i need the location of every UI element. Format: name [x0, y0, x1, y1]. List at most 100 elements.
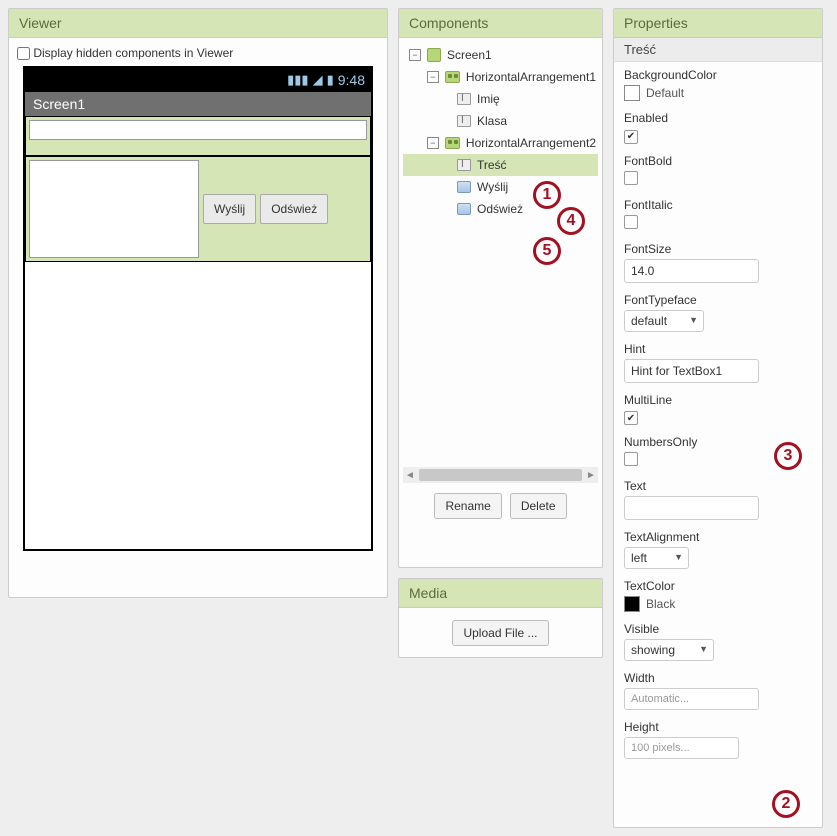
- prop-fontitalic: FontItalic: [624, 198, 812, 232]
- tree-row-klasa[interactable]: Klasa: [403, 110, 598, 132]
- horizontalarrangement-icon: [445, 71, 460, 83]
- viewer-header: Viewer: [9, 9, 387, 38]
- tree-toggle-icon[interactable]: −: [427, 71, 439, 83]
- enabled-checkbox[interactable]: [624, 130, 638, 144]
- numbersonly-checkbox[interactable]: [624, 452, 638, 466]
- preview-textbox-tresc[interactable]: [29, 160, 199, 258]
- viewer-body: Display hidden components in Viewer ▮▮▮ …: [9, 38, 387, 559]
- prop-fontbold: FontBold: [624, 154, 812, 188]
- tree-label: Wyślij: [475, 179, 510, 195]
- tree-label: Odśwież: [475, 201, 525, 217]
- prop-label: MultiLine: [624, 393, 812, 407]
- fontbold-checkbox[interactable]: [624, 171, 638, 185]
- prop-label: FontSize: [624, 242, 812, 256]
- status-time: 9:48: [338, 72, 365, 88]
- tree-label: HorizontalArrangement1: [464, 69, 598, 85]
- textalignment-select[interactable]: left: [624, 547, 689, 569]
- tree-label: HorizontalArrangement2: [464, 135, 598, 151]
- preview-empty-area: [25, 262, 371, 549]
- preview-button-odswiez[interactable]: Odśwież: [260, 194, 328, 224]
- prop-label: FontTypeface: [624, 293, 812, 307]
- width-input[interactable]: [624, 688, 759, 710]
- display-hidden-row: Display hidden components in Viewer: [17, 46, 379, 60]
- prop-label: Visible: [624, 622, 812, 636]
- prop-enabled: Enabled: [624, 111, 812, 144]
- properties-body: BackgroundColor Default Enabled FontBold…: [614, 62, 822, 775]
- prop-label: TextColor: [624, 579, 812, 593]
- viewer-panel: Viewer Display hidden components in View…: [8, 8, 388, 598]
- media-body: Upload File ...: [399, 608, 602, 658]
- backgroundcolor-picker[interactable]: Default: [624, 85, 812, 101]
- preview-button-wyslij[interactable]: Wyślij: [203, 194, 256, 224]
- tree-row-odswiez[interactable]: Odśwież: [403, 198, 598, 220]
- tree-row-imie[interactable]: Imię: [403, 88, 598, 110]
- prop-label: TextAlignment: [624, 530, 812, 544]
- fonttypeface-select[interactable]: default: [624, 310, 704, 332]
- properties-header: Properties: [614, 9, 822, 38]
- color-swatch: [624, 85, 640, 101]
- tree-row-wyslij[interactable]: Wyślij: [403, 176, 598, 198]
- color-swatch: [624, 596, 640, 612]
- prop-label: Hint: [624, 342, 812, 356]
- prop-height: Height: [624, 720, 812, 759]
- rename-button[interactable]: Rename: [434, 493, 501, 519]
- media-panel: Media Upload File ...: [398, 578, 603, 658]
- components-buttons: Rename Delete: [399, 483, 602, 531]
- textcolor-picker[interactable]: Black: [624, 596, 812, 612]
- prop-width: Width: [624, 671, 812, 710]
- prop-multiline: MultiLine: [624, 393, 812, 426]
- button-icon: [457, 181, 471, 193]
- statusbar: ▮▮▮ ◢ ▮ 9:48: [25, 68, 371, 92]
- middle-column: Components − Screen1 − HorizontalArrange…: [398, 8, 603, 828]
- prop-textalignment: TextAlignment left: [624, 530, 812, 569]
- prop-textcolor: TextColor Black: [624, 579, 812, 612]
- scroll-thumb[interactable]: [419, 469, 582, 481]
- delete-button[interactable]: Delete: [510, 493, 567, 519]
- text-input[interactable]: [624, 496, 759, 520]
- annotation-2: 2: [772, 790, 800, 818]
- media-header: Media: [399, 579, 602, 608]
- tree-row-harr1[interactable]: − HorizontalArrangement1: [403, 66, 598, 88]
- height-input[interactable]: [624, 737, 739, 759]
- prop-visible: Visible showing: [624, 622, 812, 661]
- prop-label: Enabled: [624, 111, 812, 125]
- textbox-icon: [457, 93, 471, 105]
- tree-row-screen1[interactable]: − Screen1: [403, 44, 598, 66]
- textbox-icon: [457, 159, 471, 171]
- fontitalic-checkbox[interactable]: [624, 215, 638, 229]
- phone-preview: ▮▮▮ ◢ ▮ 9:48 Screen1 Wyślij Odśwież: [23, 66, 373, 551]
- textcolor-value: Black: [646, 597, 675, 611]
- prop-label: FontItalic: [624, 198, 812, 212]
- tree-label: Screen1: [445, 47, 494, 63]
- upload-file-button[interactable]: Upload File ...: [452, 620, 548, 646]
- hint-input[interactable]: [624, 359, 759, 383]
- preview-horizontalarrangement2[interactable]: Wyślij Odśwież: [25, 156, 371, 262]
- horizontalarrangement-icon: [445, 137, 460, 149]
- preview-textbox-imie[interactable]: [29, 120, 367, 140]
- visible-select[interactable]: showing: [624, 639, 714, 661]
- fontsize-input[interactable]: [624, 259, 759, 283]
- prop-fontsize: FontSize: [624, 242, 812, 283]
- prop-backgroundcolor: BackgroundColor Default: [624, 68, 812, 101]
- tree-scrollbar[interactable]: ◄ ►: [403, 467, 598, 483]
- signal-icon: ▮▮▮: [287, 72, 308, 88]
- prop-fonttypeface: FontTypeface default: [624, 293, 812, 332]
- scroll-left-icon[interactable]: ◄: [403, 468, 417, 482]
- tree-row-harr2[interactable]: − HorizontalArrangement2: [403, 132, 598, 154]
- prop-label: Height: [624, 720, 812, 734]
- wifi-icon: ◢: [313, 72, 323, 88]
- tree-toggle-icon[interactable]: −: [427, 137, 439, 149]
- display-hidden-label: Display hidden components in Viewer: [33, 46, 233, 60]
- components-tree: − Screen1 − HorizontalArrangement1 Imię …: [399, 38, 602, 483]
- tree-row-tresc[interactable]: Treść: [403, 154, 598, 176]
- prop-text: Text: [624, 479, 812, 520]
- scroll-right-icon[interactable]: ►: [584, 468, 598, 482]
- preview-horizontalarrangement1[interactable]: [25, 116, 371, 156]
- components-panel: Components − Screen1 − HorizontalArrange…: [398, 8, 603, 568]
- tree-label: Treść: [475, 157, 509, 173]
- multiline-checkbox[interactable]: [624, 411, 638, 425]
- prop-label: Width: [624, 671, 812, 685]
- tree-toggle-icon[interactable]: −: [409, 49, 421, 61]
- display-hidden-checkbox[interactable]: [17, 47, 30, 60]
- properties-panel: Properties Treść BackgroundColor Default…: [613, 8, 823, 828]
